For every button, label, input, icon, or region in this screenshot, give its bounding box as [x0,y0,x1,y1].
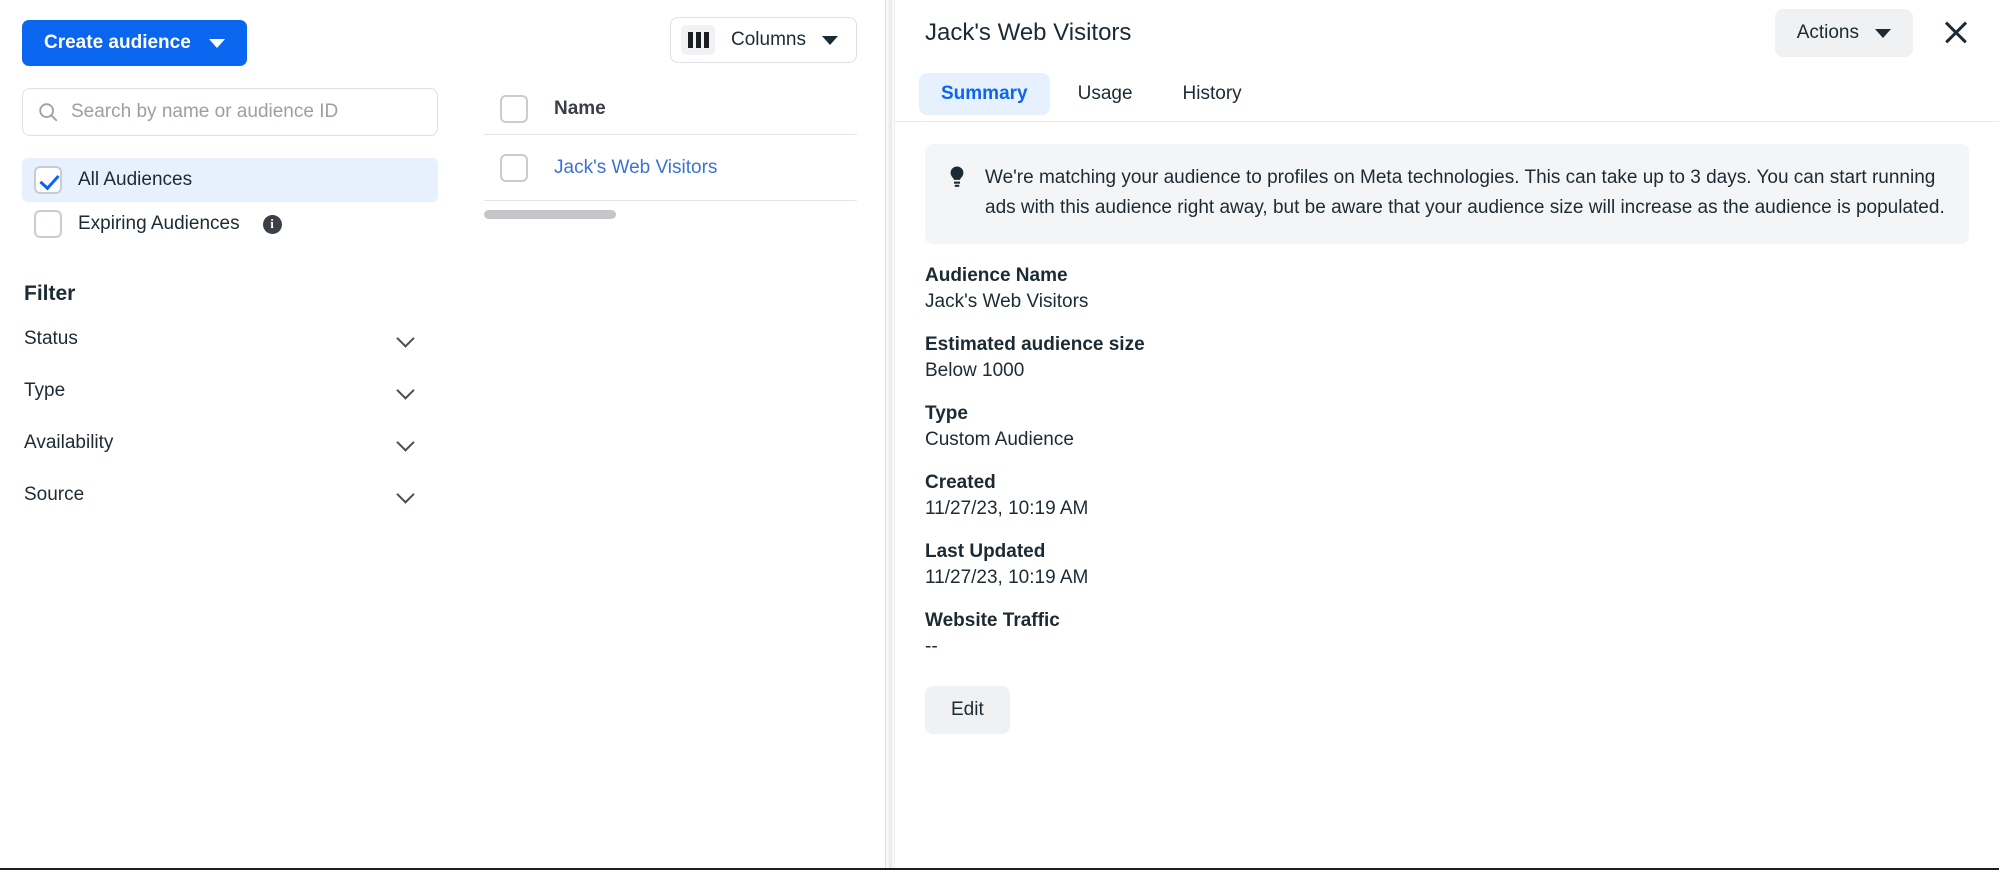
audience-name-link[interactable]: Jack's Web Visitors [554,157,717,179]
filter-status-label: Status [24,327,78,349]
filter-source[interactable]: Source [22,475,438,514]
tab-summary-label: Summary [941,82,1028,104]
audience-table: Name Jack's Web Visitors [460,83,885,201]
audience-detail-panel: Jack's Web Visitors Actions Summary Usag… [895,0,1999,868]
field-website-traffic: Website Traffic -- [925,610,1969,658]
field-audience-name: Audience Name Jack's Web Visitors [925,265,1969,313]
tab-usage-label: Usage [1077,82,1133,104]
actions-label: Actions [1796,22,1859,43]
field-type: Type Custom Audience [925,403,1969,451]
table-row[interactable]: Jack's Web Visitors [484,135,857,201]
audiences-page: Create audience All Audiences Expiring A… [0,0,1999,870]
columns-icon [681,25,716,55]
table-header-row: Name [484,83,857,135]
info-icon[interactable]: i [262,214,282,234]
create-audience-label: Create audience [44,32,191,53]
edit-button[interactable]: Edit [925,686,1010,734]
checkbox-expiring-audiences[interactable] [34,210,62,238]
close-icon[interactable] [1939,16,1973,50]
filter-type[interactable]: Type [22,371,438,410]
matching-info-banner: We're matching your audience to profiles… [925,144,1969,244]
filter-heading: Filter [24,282,76,305]
field-label: Website Traffic [925,610,1060,631]
actions-button[interactable]: Actions [1774,9,1913,57]
filter-source-label: Source [24,483,85,505]
search-input[interactable] [71,101,423,123]
filter-availability-label: Availability [24,431,114,453]
page-title: Jack's Web Visitors [925,19,1132,46]
columns-button[interactable]: Columns [670,17,857,63]
field-value: 11/27/23, 10:19 AM [925,498,1089,519]
chevron-down-icon [208,38,225,48]
chevron-down-icon [1875,28,1891,38]
field-label: Last Updated [925,541,1046,562]
panel-header: Jack's Web Visitors Actions [895,0,1999,66]
chevron-down-icon [398,435,414,451]
tab-history[interactable]: History [1161,73,1264,115]
field-label: Estimated audience size [925,334,1145,355]
table-toolbar: Columns [460,17,885,63]
horizontal-scrollbar[interactable] [484,210,616,219]
sidebar-item-all-audiences[interactable]: All Audiences [22,158,438,202]
chevron-down-icon [398,487,414,503]
field-value: 11/27/23, 10:19 AM [925,567,1089,588]
audience-scope-list: All Audiences Expiring Audiences i [22,158,438,246]
field-created: Created 11/27/23, 10:19 AM [925,472,1969,520]
column-header-name: Name [554,97,606,119]
audience-table-pane: Columns Name Jack's Web Visitors [460,0,885,868]
filter-availability[interactable]: Availability [22,423,438,462]
chevron-down-icon [398,331,414,347]
chevron-down-icon [822,35,838,45]
checkbox-all-audiences[interactable] [34,166,62,194]
checkbox-row[interactable] [500,153,528,182]
panel-tabs: Summary Usage History [895,66,1999,122]
filter-status[interactable]: Status [22,319,438,358]
pane-divider[interactable] [885,0,895,868]
tab-summary[interactable]: Summary [919,72,1050,115]
tab-history-label: History [1182,82,1242,104]
columns-label: Columns [731,29,806,50]
field-value: Custom Audience [925,429,1074,450]
lightbulb-icon [947,163,969,223]
field-value: -- [925,636,938,657]
all-audiences-label: All Audiences [78,169,193,190]
field-label: Type [925,403,968,424]
field-estimated-audience-size: Estimated audience size Below 1000 [925,334,1969,382]
sidebar: Create audience All Audiences Expiring A… [0,0,460,868]
filter-type-label: Type [24,379,66,401]
search-box[interactable] [22,88,438,136]
panel-content: We're matching your audience to profiles… [895,122,1999,868]
field-last-updated: Last Updated 11/27/23, 10:19 AM [925,541,1969,589]
checkbox-select-all[interactable] [500,94,528,123]
search-icon [39,103,58,122]
field-label: Audience Name [925,265,1068,286]
field-value: Below 1000 [925,360,1025,381]
field-value: Jack's Web Visitors [925,291,1089,312]
expiring-audiences-label: Expiring Audiences [78,213,240,234]
tab-usage[interactable]: Usage [1056,73,1155,115]
sidebar-item-expiring-audiences[interactable]: Expiring Audiences i [22,202,438,246]
chevron-down-icon [398,383,414,399]
field-label: Created [925,472,996,493]
create-audience-button[interactable]: Create audience [22,20,247,66]
banner-text: We're matching your audience to profiles… [985,167,1945,218]
